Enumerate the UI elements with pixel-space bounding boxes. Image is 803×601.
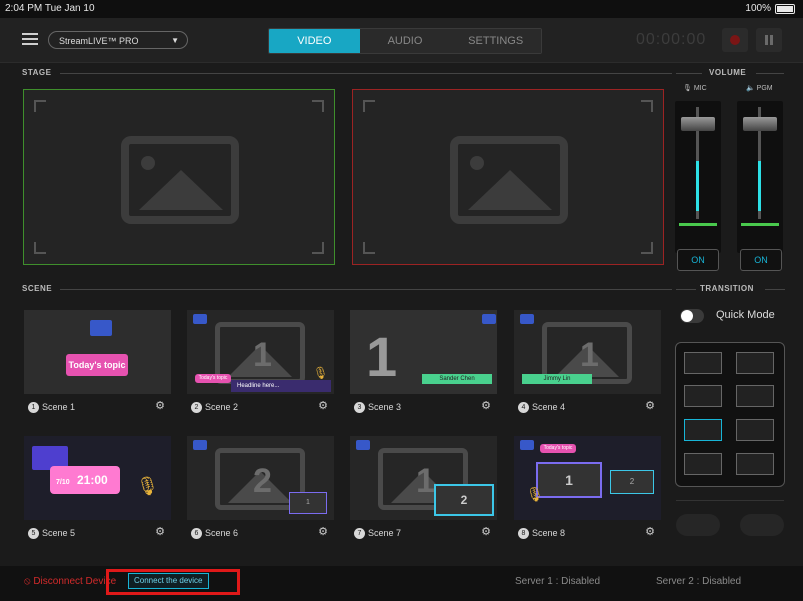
tab-audio[interactable]: AUDIO — [359, 29, 451, 53]
microphone-icon: 🎙 — [313, 366, 329, 380]
scene-tile[interactable]: 7/10 21:00 🎙 5 Scene 5 ⚙ — [24, 436, 171, 544]
chevron-down-icon: ▼ — [171, 36, 179, 45]
gear-icon[interactable]: ⚙ — [481, 525, 491, 538]
gear-icon[interactable]: ⚙ — [645, 525, 655, 538]
pgm-fader-knob[interactable] — [743, 117, 777, 131]
scene-tile[interactable]: 1 2 7 Scene 7 ⚙ — [350, 436, 497, 544]
server1-status: Server 1 : Disabled — [515, 576, 601, 587]
project-select[interactable]: StreamLIVE™ PRO ▼ — [48, 31, 188, 49]
mode-tabs: VIDEO AUDIO SETTINGS — [268, 28, 542, 54]
quick-mode-label: Quick Mode — [716, 309, 775, 321]
clock-card: 7/10 21:00 — [50, 466, 120, 494]
scene-thumbnail: 2 1 — [187, 436, 334, 520]
battery-percent: 100% — [745, 3, 771, 14]
gear-icon[interactable]: ⚙ — [155, 525, 165, 538]
scene-thumbnail: 1 Today's topic Headline here... 🎙 — [187, 310, 334, 394]
scene-name: Scene 7 — [368, 528, 402, 538]
gear-icon[interactable]: ⚙ — [155, 399, 165, 412]
quick-mode-toggle[interactable] — [680, 309, 704, 323]
tab-settings[interactable]: SETTINGS — [450, 29, 541, 53]
gear-icon[interactable]: ⚙ — [318, 399, 328, 412]
scene-tile[interactable]: 1 Sander Chen 3 Scene 3 ⚙ — [350, 310, 497, 418]
scene-tile[interactable]: 2 1 6 Scene 6 ⚙ — [187, 436, 334, 544]
stage-divider — [60, 73, 672, 74]
transition-grid — [675, 342, 785, 487]
transition-dissolve-icon[interactable] — [684, 385, 722, 407]
transition-cut-icon[interactable] — [684, 419, 722, 441]
scene-tile[interactable]: 1 Jimmy Lin 4 Scene 4 ⚙ — [514, 310, 661, 418]
tab-video[interactable]: VIDEO — [269, 29, 360, 53]
scene-name: Scene 2 — [205, 402, 239, 412]
transition-bars-icon[interactable] — [736, 352, 774, 374]
scene-name: Scene 4 — [532, 402, 566, 412]
microphone-icon: 🎙 — [683, 85, 692, 92]
pgm-label-group: 🔈 PGM — [746, 84, 773, 92]
scene-thumbnail: 1 Sander Chen — [350, 310, 497, 394]
menu-icon[interactable] — [22, 33, 38, 45]
scene-name: Scene 6 — [205, 528, 239, 538]
mic-fader[interactable] — [675, 101, 721, 253]
pgm-label: PGM — [756, 85, 773, 92]
link-broken-icon: ⦸ — [24, 576, 31, 587]
disconnect-device-link[interactable]: ⦸ Disconnect Device — [24, 576, 116, 587]
scene-thumbnail: 1 2 — [350, 436, 497, 520]
scene-tile[interactable]: Today's topic 1 Scene 1 ⚙ — [24, 310, 171, 418]
pgm-on-button[interactable]: ON — [740, 249, 782, 271]
highlight-frame — [106, 569, 240, 595]
microphone-icon: 🎙 — [526, 486, 544, 502]
stage-title: STAGE — [22, 68, 52, 77]
scene-divider — [60, 289, 672, 290]
battery-indicator: 100% — [745, 3, 795, 14]
speaker-icon: 🔈 — [746, 85, 755, 92]
server2-status: Server 2 : Disabled — [656, 576, 742, 587]
image-placeholder-icon — [121, 136, 239, 224]
scene-thumbnail: Today's topic — [24, 310, 171, 394]
image-placeholder-icon — [450, 136, 568, 224]
transition-grid-icon[interactable] — [684, 453, 722, 475]
scene-thumbnail: 1 Jimmy Lin — [514, 310, 661, 394]
mic-label: MIC — [693, 85, 707, 92]
pgm-fader[interactable] — [737, 101, 783, 253]
scene-thumbnail: 7/10 21:00 🎙 — [24, 436, 171, 520]
scene-tile[interactable]: 1 Today's topic Headline here... 🎙 2 Sce… — [187, 310, 334, 418]
scene-name: Scene 8 — [532, 528, 566, 538]
transition-glow-icon[interactable] — [736, 385, 774, 407]
bottom-bar: ⦸ Disconnect Device Connect the device S… — [0, 566, 803, 601]
transition-heart-icon[interactable] — [736, 419, 774, 441]
scene-name: Scene 5 — [42, 528, 76, 538]
mic-fader-knob[interactable] — [681, 117, 715, 131]
transition-action-button[interactable] — [676, 514, 720, 536]
status-time: 2:04 PM Tue Jan 10 — [5, 3, 95, 14]
topic-pill: Today's topic — [66, 354, 128, 376]
scene-name: Scene 3 — [368, 402, 402, 412]
volume-title: VOLUME — [709, 68, 747, 77]
mic-on-button[interactable]: ON — [677, 249, 719, 271]
program-stage[interactable] — [352, 89, 664, 265]
status-bar: 2:04 PM Tue Jan 10 100% — [0, 0, 803, 18]
gear-icon[interactable]: ⚙ — [645, 399, 655, 412]
transition-action-button-2[interactable] — [740, 514, 784, 536]
battery-icon — [775, 3, 795, 14]
microphone-icon: 🎙 — [136, 476, 159, 496]
scene-name: Scene 1 — [42, 402, 76, 412]
project-name: StreamLIVE™ PRO — [59, 36, 139, 46]
stream-timer: 00:00:00 — [636, 31, 707, 48]
transition-mosaic-icon[interactable] — [736, 453, 774, 475]
mic-label-group: 🎙 MIC — [683, 84, 707, 92]
scene-title: SCENE — [22, 284, 53, 293]
transition-title: TRANSITION — [700, 284, 754, 293]
pause-button[interactable] — [756, 28, 782, 52]
preview-stage[interactable] — [23, 89, 335, 265]
gear-icon[interactable]: ⚙ — [318, 525, 328, 538]
top-toolbar: StreamLIVE™ PRO ▼ VIDEO AUDIO SETTINGS 0… — [0, 18, 803, 63]
scene-thumbnail: Today's topic 1 2 🎙 — [514, 436, 661, 520]
transition-circle-icon[interactable] — [684, 352, 722, 374]
gear-icon[interactable]: ⚙ — [481, 399, 491, 412]
scene-tile[interactable]: Today's topic 1 2 🎙 8 Scene 8 ⚙ — [514, 436, 661, 544]
record-button[interactable] — [722, 28, 748, 52]
